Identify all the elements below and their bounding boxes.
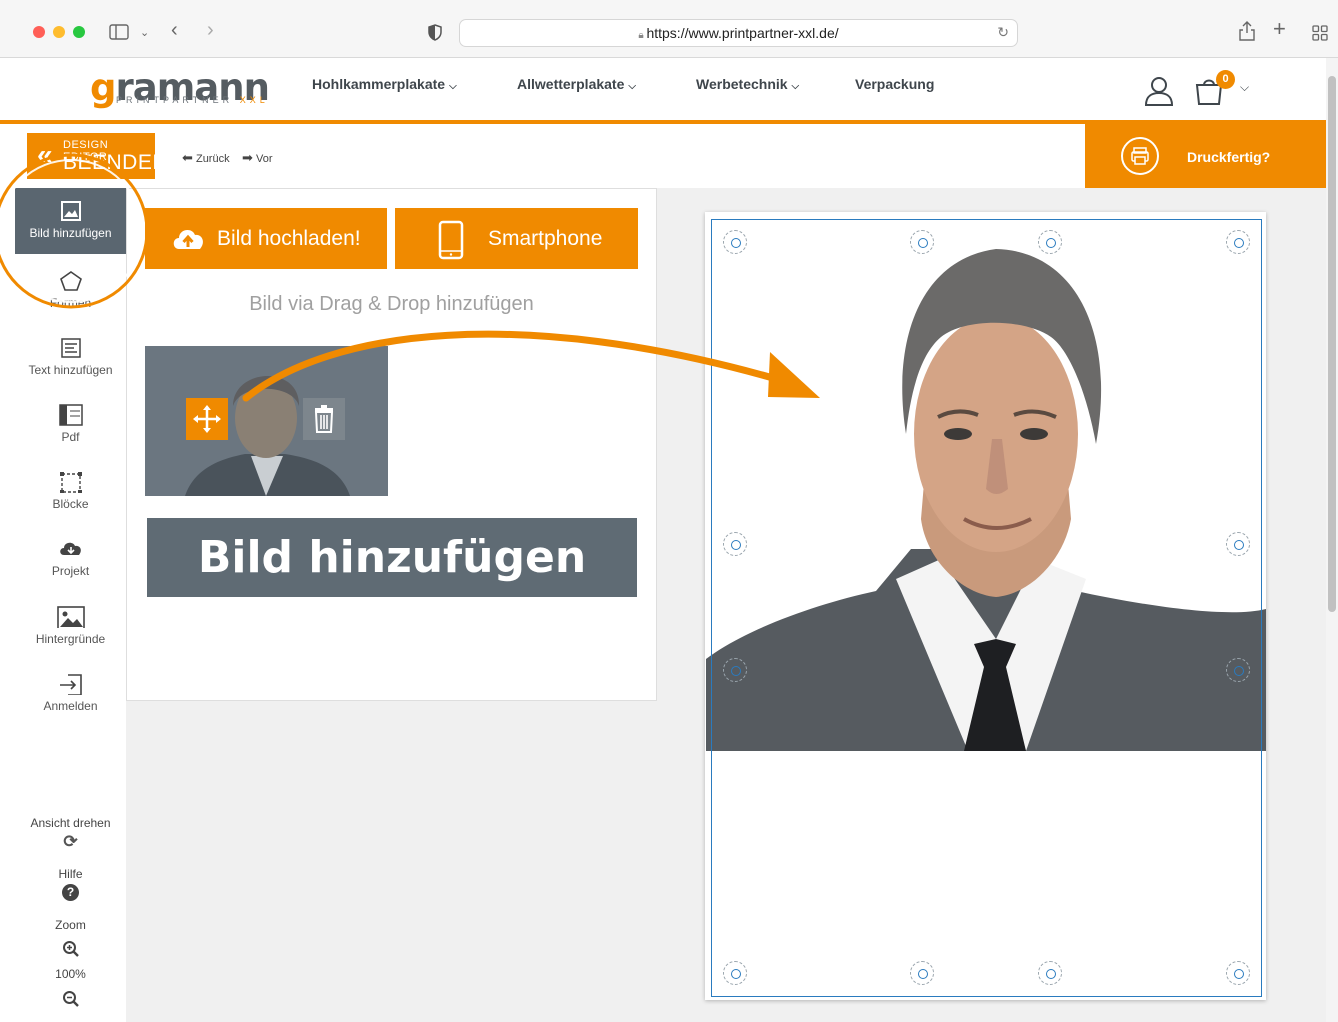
- sidebar-toggle-icon[interactable]: [109, 24, 129, 40]
- site-header: gramann PRINTPARTNER XXL Hohlkammerplaka…: [0, 58, 1326, 120]
- print-ready-label: Druckfertig?: [1187, 149, 1271, 165]
- canvas-safe-area: [711, 219, 1262, 997]
- eyelet-marker: [723, 230, 747, 254]
- move-handle[interactable]: [186, 398, 228, 440]
- nav-hohlkammerplakate[interactable]: Hohlkammerplakate ⌵: [312, 76, 457, 92]
- eyelet-marker: [1226, 532, 1250, 556]
- eyelet-marker: [1038, 961, 1062, 985]
- nav-allwetterplakate[interactable]: Allwetterplakate ⌵: [517, 76, 636, 92]
- print-ready-button[interactable]: Druckfertig?: [1085, 124, 1326, 188]
- text-icon: [60, 338, 81, 358]
- sidebar-item-login[interactable]: Anmelden: [15, 661, 126, 727]
- double-chevron-left-icon: «: [37, 139, 53, 170]
- back-icon[interactable]: ‹: [171, 20, 178, 40]
- shield-icon[interactable]: [428, 24, 442, 41]
- end-editor-line2: BEENDEN: [63, 151, 169, 174]
- logo-subtitle: PRINTPARTNER: [116, 95, 234, 105]
- upload-image-button[interactable]: Bild hochladen!: [145, 208, 387, 269]
- undo-arrow-icon: ⬅: [182, 150, 193, 165]
- chevron-down-icon: ⌵: [449, 81, 457, 92]
- nav-verpackung[interactable]: Verpackung: [855, 76, 934, 92]
- zoom-window-button[interactable]: [73, 26, 85, 38]
- eyelet-marker: [910, 230, 934, 254]
- image-icon: [60, 201, 81, 221]
- landscape-icon: [56, 606, 85, 628]
- trash-icon: [314, 405, 334, 433]
- share-icon[interactable]: [1238, 21, 1256, 41]
- help-button[interactable]: ?: [15, 884, 126, 901]
- sidebar-item-blocks[interactable]: Blöcke: [15, 459, 126, 525]
- printer-icon: [1121, 137, 1159, 175]
- zoom-in-button[interactable]: [15, 940, 126, 961]
- zoom-in-icon: [62, 941, 79, 957]
- portrait-thumbnail: [145, 346, 388, 496]
- zoom-out-button[interactable]: [15, 990, 126, 1011]
- blocks-icon: [59, 472, 82, 493]
- redo-button[interactable]: ➡ Vor: [242, 150, 272, 166]
- smartphone-label: Smartphone: [488, 227, 603, 250]
- chevron-down-icon: ⌵: [628, 81, 636, 92]
- user-account-icon[interactable]: [1144, 76, 1174, 106]
- sidebar-item-add-image[interactable]: Bild hinzufügen: [15, 188, 126, 254]
- logo-letter-g: g: [90, 66, 116, 109]
- sidebar-item-backgrounds[interactable]: Hintergründe: [15, 594, 126, 660]
- drag-drop-hint: Bild via Drag & Drop hinzufügen: [249, 293, 534, 315]
- pdf-layout-icon: [58, 404, 83, 426]
- tab-overview-icon[interactable]: [1312, 25, 1328, 41]
- delete-image-button[interactable]: [303, 398, 345, 440]
- cloud-download-icon: [59, 542, 81, 555]
- eyelet-marker: [723, 658, 747, 682]
- tool-sidebar: Bild hinzufügen Formen Text hinzufügen P…: [15, 188, 126, 1022]
- address-bar[interactable]: 🔒︎ https://www.printpartner-xxl.de/ ↻: [459, 19, 1018, 47]
- move-arrows-icon: [193, 405, 221, 433]
- end-design-editor-button[interactable]: « DESIGN EDITOR BEENDEN: [27, 133, 168, 179]
- eyelet-marker: [1226, 230, 1250, 254]
- login-icon: [59, 674, 82, 695]
- reload-icon[interactable]: ↻: [997, 24, 1009, 41]
- new-tab-icon[interactable]: +: [1273, 18, 1286, 40]
- cart-count-badge: 0: [1216, 70, 1235, 89]
- eyelet-marker: [1226, 658, 1250, 682]
- chevron-down-icon[interactable]: ⌄: [140, 24, 149, 42]
- rotate-icon[interactable]: ⟳: [15, 832, 126, 852]
- rotate-view-label: Ansicht drehen: [30, 816, 111, 830]
- eyelet-marker: [1226, 961, 1250, 985]
- browser-toolbar: ⌄ ‹ › 🔒︎ https://www.printpartner-xxl.de…: [0, 0, 1338, 58]
- minimize-window-button[interactable]: [53, 26, 65, 38]
- forward-icon[interactable]: ›: [207, 20, 214, 40]
- chevron-down-icon: ⌵: [791, 81, 800, 92]
- uploaded-image-thumbnail[interactable]: [145, 346, 388, 496]
- smartphone-upload-button[interactable]: Smartphone: [395, 208, 638, 269]
- zoom-out-icon: [62, 991, 79, 1007]
- sidebar-item-shapes[interactable]: Formen: [15, 258, 126, 324]
- scrollbar-thumb[interactable]: [1328, 76, 1336, 612]
- tutorial-caption: Bild hinzufügen: [147, 518, 637, 597]
- sidebar-item-add-text[interactable]: Text hinzufügen: [15, 325, 126, 391]
- pentagon-icon: [59, 271, 82, 291]
- undo-button[interactable]: ⬅ Zurück: [182, 150, 230, 166]
- nav-werbetechnik[interactable]: Werbetechnik ⌵: [696, 76, 799, 92]
- zoom-value: 100%: [55, 967, 86, 981]
- help-icon: ?: [62, 884, 79, 901]
- upload-image-label: Bild hochladen!: [217, 227, 361, 250]
- sidebar-item-project[interactable]: Projekt: [15, 526, 126, 592]
- eyelet-marker: [723, 532, 747, 556]
- eyelet-marker: [723, 961, 747, 985]
- smartphone-icon: [438, 220, 464, 260]
- help-label: Hilfe: [58, 867, 83, 881]
- zoom-label: Zoom: [55, 918, 86, 932]
- sidebar-item-pdf[interactable]: Pdf: [15, 392, 126, 458]
- chevron-down-icon[interactable]: ⌵: [1240, 80, 1249, 95]
- page-scrollbar[interactable]: [1326, 58, 1338, 1022]
- cloud-upload-icon: [173, 229, 203, 249]
- eyelet-marker: [1038, 230, 1062, 254]
- redo-arrow-icon: ➡: [242, 150, 253, 165]
- url-text: https://www.printpartner-xxl.de/: [646, 25, 839, 41]
- eyelet-marker: [910, 961, 934, 985]
- logo-xxl: XXL: [239, 95, 269, 105]
- close-window-button[interactable]: [33, 26, 45, 38]
